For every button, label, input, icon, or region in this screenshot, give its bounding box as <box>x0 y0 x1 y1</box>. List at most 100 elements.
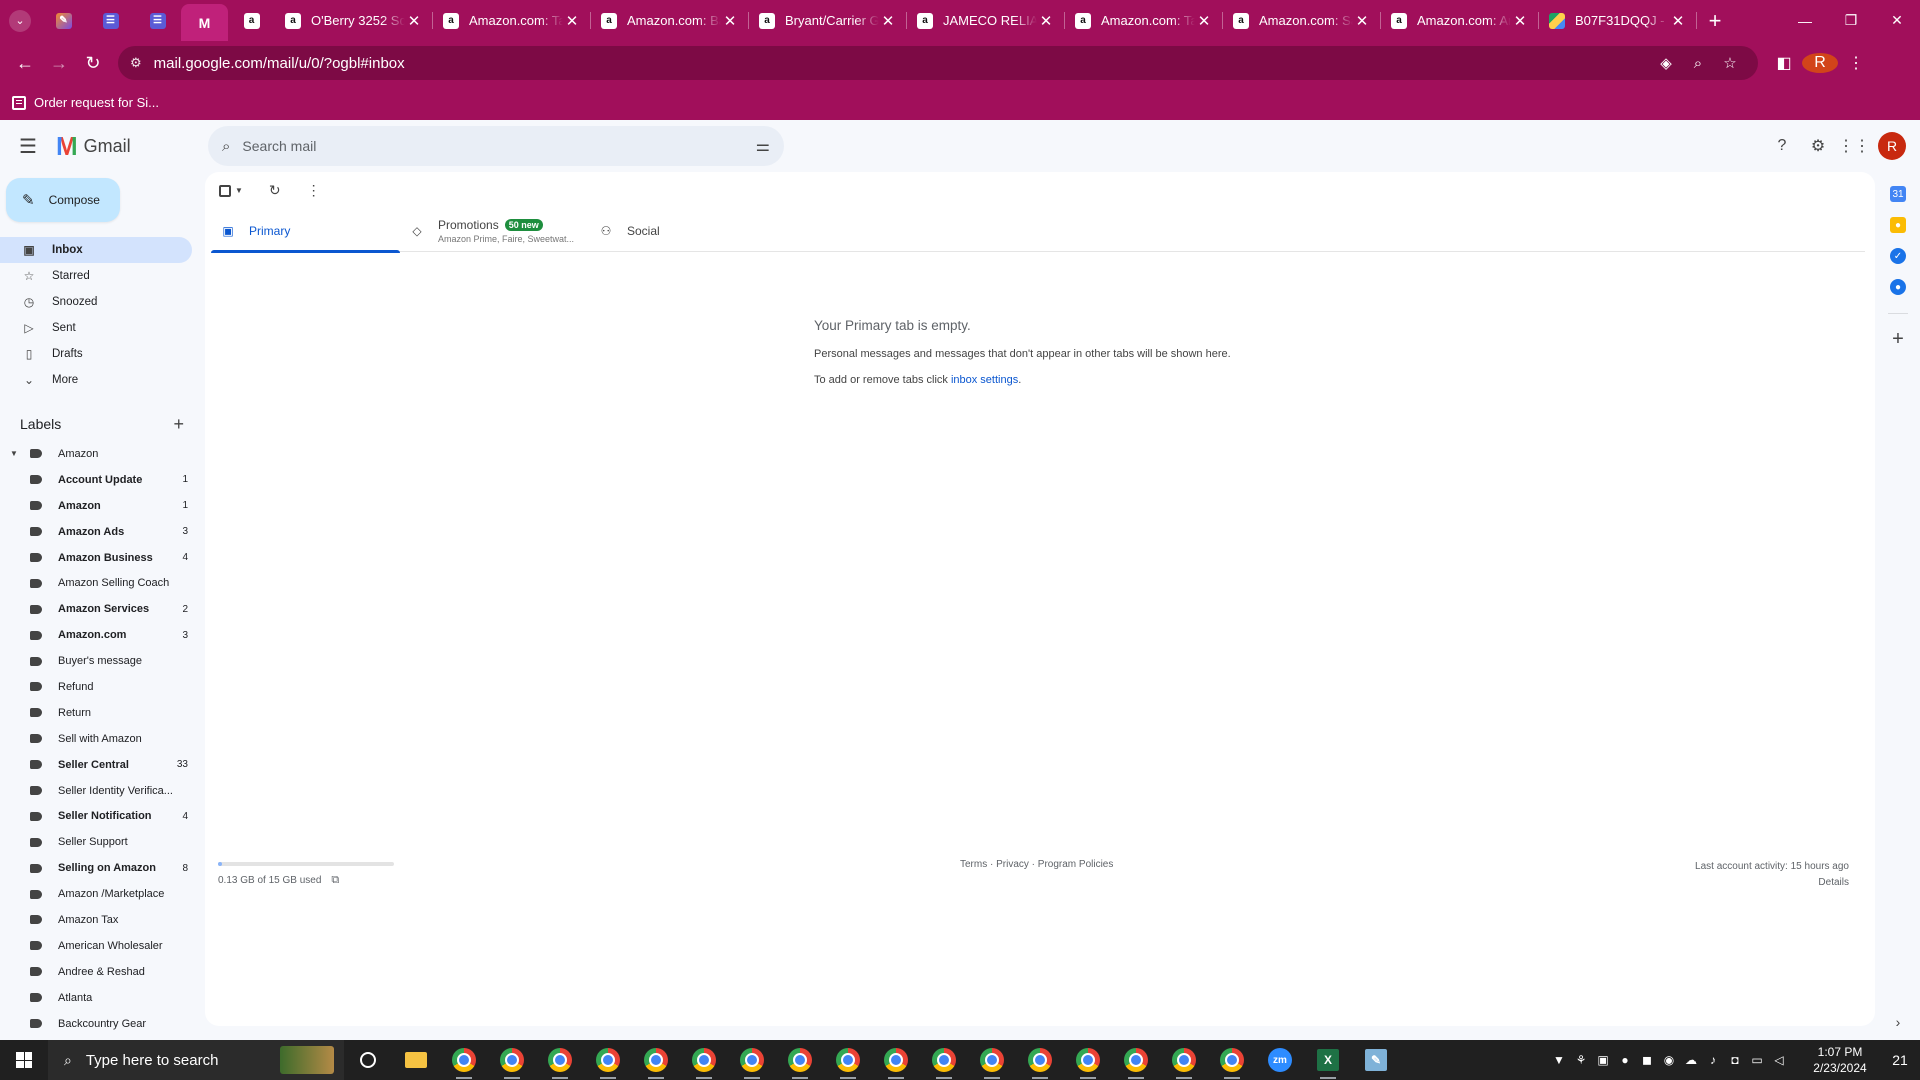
label-item[interactable]: Amazon Tax <box>0 907 188 933</box>
refresh-icon[interactable]: ↻ <box>269 182 281 199</box>
start-button[interactable] <box>0 1040 48 1080</box>
taskbar-search-input[interactable]: Type here to search <box>86 1052 219 1069</box>
chrome-taskbar-button[interactable] <box>1112 1040 1160 1080</box>
search-input[interactable]: Search mail <box>242 138 755 154</box>
more-options-icon[interactable]: ⋮ <box>307 182 321 199</box>
close-icon[interactable]: ✕ <box>563 12 581 30</box>
label-item[interactable]: Amazon Ads 3 <box>0 519 188 545</box>
apps-grid-icon[interactable]: ⋮⋮ <box>1836 128 1872 164</box>
label-item[interactable]: Seller Support <box>0 829 188 855</box>
pinned-tab-gmail[interactable]: M <box>181 4 228 41</box>
tasks-icon[interactable]: ✓ <box>1890 248 1906 264</box>
menu-icon[interactable]: ⋮ <box>1838 53 1874 73</box>
chrome-taskbar-button[interactable] <box>776 1040 824 1080</box>
calendar-icon[interactable]: 31 <box>1890 186 1906 202</box>
contacts-icon[interactable]: ● <box>1890 279 1906 295</box>
chrome-taskbar-button[interactable] <box>872 1040 920 1080</box>
add-addon-icon[interactable]: + <box>1892 328 1904 351</box>
site-info-icon[interactable]: ⚙ <box>130 55 142 71</box>
main-menu-icon[interactable]: ☰ <box>0 120 56 172</box>
close-icon[interactable]: ✕ <box>721 12 739 30</box>
chrome-taskbar-button[interactable] <box>1208 1040 1256 1080</box>
close-icon[interactable]: ✕ <box>405 12 423 30</box>
chrome-taskbar-button[interactable] <box>440 1040 488 1080</box>
minimize-icon[interactable]: — <box>1782 0 1828 41</box>
task-view-button[interactable] <box>344 1040 392 1080</box>
label-item[interactable]: Amazon /Marketplace <box>0 881 188 907</box>
excel-button[interactable]: X <box>1304 1040 1352 1080</box>
taskbar-search[interactable]: ⌕ Type here to search <box>48 1040 344 1080</box>
clock[interactable]: 1:07 PM 2/23/2024 <box>1800 1044 1880 1076</box>
sidebar-item-sent[interactable]: ▷ Sent <box>0 315 192 341</box>
select-all-checkbox[interactable] <box>219 184 231 197</box>
inbox-settings-link[interactable]: inbox settings <box>951 374 1018 386</box>
close-icon[interactable]: ✕ <box>1511 12 1529 30</box>
search-bar[interactable]: ⌕ Search mail ⚌ <box>208 126 784 166</box>
label-item[interactable]: Selling on Amazon 8 <box>0 855 188 881</box>
select-dropdown-icon[interactable]: ▼ <box>235 186 243 195</box>
tray-app-icon[interactable]: ▼ <box>1548 1053 1570 1067</box>
profile-button[interactable]: R <box>1802 53 1838 73</box>
pinned-tab[interactable]: a <box>228 0 275 41</box>
back-button[interactable]: ← <box>8 46 42 80</box>
details-link[interactable]: Details <box>1695 875 1849 891</box>
chrome-taskbar-button[interactable] <box>680 1040 728 1080</box>
label-item[interactable]: Amazon Selling Coach <box>0 570 188 596</box>
app-button[interactable]: ✎ <box>1352 1040 1400 1080</box>
onedrive-icon[interactable]: ☁ <box>1680 1053 1702 1067</box>
reload-button[interactable]: ↻ <box>76 46 110 80</box>
tray-app-icon[interactable]: ⚘ <box>1570 1053 1592 1067</box>
help-icon[interactable]: ? <box>1764 128 1800 164</box>
tab-social[interactable]: ⚇ Social <box>589 209 778 252</box>
chrome-taskbar-button[interactable] <box>1160 1040 1208 1080</box>
label-item[interactable]: Amazon.com 3 <box>0 622 188 648</box>
sidebar-item-drafts[interactable]: ▯ Drafts <box>0 341 192 367</box>
browser-tab[interactable]: a JAMECO RELIAPI✕ <box>907 0 1065 41</box>
chrome-taskbar-button[interactable] <box>1016 1040 1064 1080</box>
label-item[interactable]: Amazon Business 4 <box>0 545 188 571</box>
tab-promotions[interactable]: ◇ Promotions 50 new Amazon Prime, Faire,… <box>400 209 589 252</box>
sidebar-item-snoozed[interactable]: ◷ Snoozed <box>0 289 192 315</box>
label-item[interactable]: Amazon 1 <box>0 493 188 519</box>
close-icon[interactable]: ✕ <box>1037 12 1055 30</box>
browser-tab[interactable]: a Amazon.com: Sa ✕ <box>1223 0 1381 41</box>
network-icon[interactable]: ▭ <box>1746 1053 1768 1067</box>
label-item[interactable]: Seller Identity Verifica... <box>0 778 188 804</box>
label-item[interactable]: Atlanta <box>0 985 188 1011</box>
pinned-tab[interactable]: ☰ <box>134 0 181 41</box>
browser-tab[interactable]: a Amazon.com: Ta ✕ <box>1065 0 1223 41</box>
browser-tab[interactable]: a Amazon.com: An ✕ <box>1381 0 1539 41</box>
sidebar-item-inbox[interactable]: ▣ Inbox <box>0 237 192 263</box>
tray-app-icon[interactable]: ▣ <box>1592 1053 1614 1067</box>
restore-icon[interactable]: ❐ <box>1828 0 1874 41</box>
forward-button[interactable]: → <box>42 46 76 80</box>
gmail-logo[interactable]: M Gmail <box>56 131 204 162</box>
chrome-taskbar-button[interactable] <box>728 1040 776 1080</box>
zoom-button[interactable]: zm <box>1256 1040 1304 1080</box>
add-label-icon[interactable]: + <box>173 414 184 435</box>
chrome-taskbar-button[interactable] <box>824 1040 872 1080</box>
side-panel-icon[interactable]: ◧ <box>1766 53 1802 73</box>
avatar[interactable]: R <box>1878 132 1906 160</box>
label-item[interactable]: ▼ Amazon <box>0 441 188 467</box>
label-item[interactable]: Seller Central 33 <box>0 752 188 778</box>
label-item[interactable]: Seller Notification 4 <box>0 803 188 829</box>
close-icon[interactable]: ✕ <box>1669 12 1687 30</box>
footer-links[interactable]: Terms · Privacy · Program Policies <box>960 859 1113 870</box>
chrome-taskbar-button[interactable] <box>536 1040 584 1080</box>
label-item[interactable]: Andree & Reshad <box>0 959 188 985</box>
zoom-icon[interactable]: ⌕ <box>1682 55 1714 72</box>
close-icon[interactable]: ✕ <box>1353 12 1371 30</box>
gear-icon[interactable]: ⚙ <box>1800 128 1836 164</box>
notifications-button[interactable]: 21 <box>1880 1052 1920 1068</box>
tab-search-button[interactable]: ⌄ <box>0 0 40 41</box>
label-item[interactable]: Backcountry Gear <box>0 1011 188 1037</box>
chrome-taskbar-button[interactable] <box>488 1040 536 1080</box>
caret-down-icon[interactable]: ▼ <box>10 449 20 458</box>
browser-tab[interactable]: a Amazon.com: Ta ✕ <box>433 0 591 41</box>
label-item[interactable]: Account Update 1 <box>0 467 188 493</box>
label-item[interactable]: Buyer's message <box>0 648 188 674</box>
chrome-taskbar-button[interactable] <box>1064 1040 1112 1080</box>
tab-primary[interactable]: ▣ Primary <box>211 209 400 253</box>
sidebar-item-starred[interactable]: ☆ Starred <box>0 263 192 289</box>
